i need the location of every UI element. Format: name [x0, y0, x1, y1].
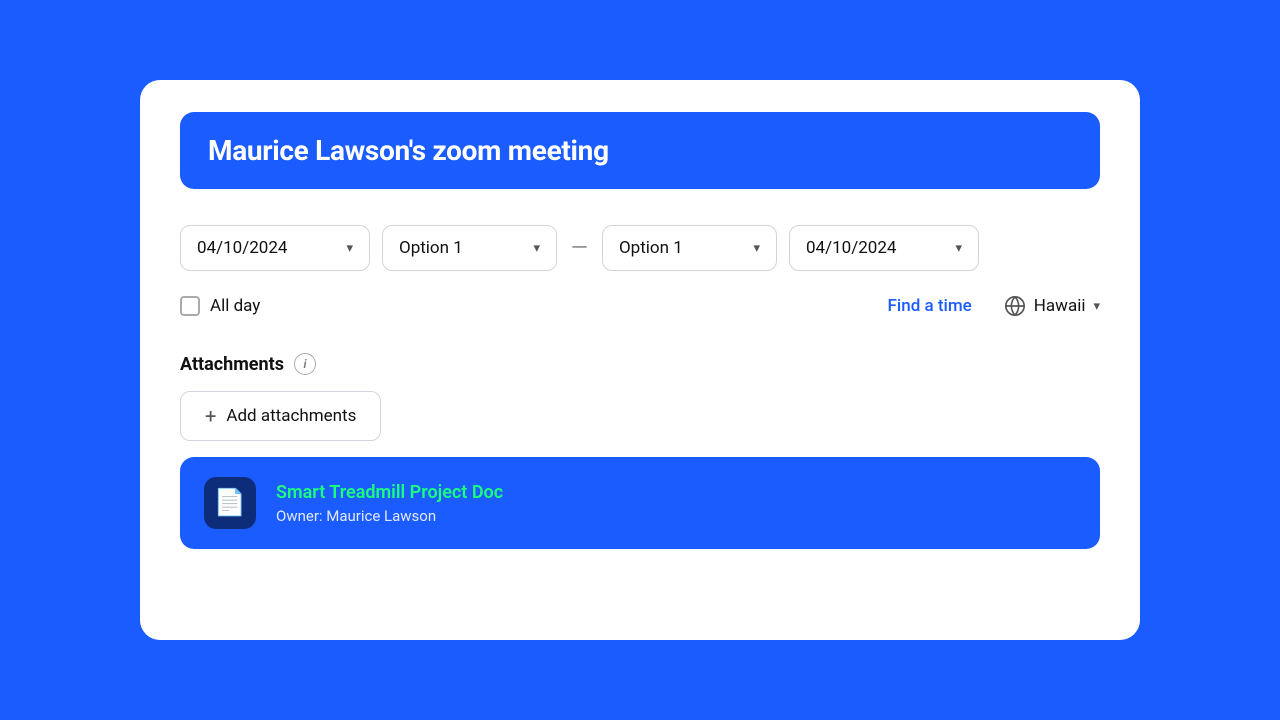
start-option-select[interactable]: Option 1 ▾ [382, 225, 557, 271]
end-date-chevron-icon: ▾ [955, 241, 962, 256]
date-row: 04/10/2024 ▾ Option 1 ▾ — Option 1 ▾ 04/… [180, 225, 1100, 271]
start-date-value: 04/10/2024 [197, 238, 287, 258]
meeting-title: Maurice Lawson's zoom meeting [208, 134, 1072, 167]
start-option-value: Option 1 [399, 238, 463, 258]
attachments-header: Attachments i [180, 353, 1100, 375]
end-option-value: Option 1 [619, 238, 683, 258]
find-time-link[interactable]: Find a time [888, 296, 972, 316]
timezone-select[interactable]: Hawaii ▾ [1004, 295, 1100, 317]
end-date-select[interactable]: 04/10/2024 ▾ [789, 225, 979, 271]
allday-label: All day [210, 296, 260, 316]
main-card: Maurice Lawson's zoom meeting 04/10/2024… [140, 80, 1140, 640]
attachment-owner: Owner: Maurice Lawson [276, 507, 503, 525]
end-date-value: 04/10/2024 [806, 238, 896, 258]
date-separator: — [569, 236, 590, 261]
timezone-chevron-icon: ▾ [1093, 299, 1100, 314]
attachments-title: Attachments [180, 354, 284, 375]
end-option-select[interactable]: Option 1 ▾ [602, 225, 777, 271]
attachment-title: Smart Treadmill Project Doc [276, 482, 503, 503]
options-row: All day Find a time Hawaii ▾ [180, 295, 1100, 317]
add-attachments-label: Add attachments [226, 406, 356, 426]
document-icon: 📄 [214, 488, 246, 518]
allday-checkbox-container[interactable]: All day [180, 296, 260, 316]
attachment-item[interactable]: 📄 Smart Treadmill Project Doc Owner: Mau… [180, 457, 1100, 549]
start-option-chevron-icon: ▾ [533, 241, 540, 256]
globe-icon [1004, 295, 1026, 317]
end-option-chevron-icon: ▾ [753, 241, 760, 256]
title-bar: Maurice Lawson's zoom meeting [180, 112, 1100, 189]
info-icon[interactable]: i [294, 353, 316, 375]
plus-icon: + [205, 406, 216, 426]
add-attachments-button[interactable]: + Add attachments [180, 391, 381, 441]
allday-checkbox[interactable] [180, 296, 200, 316]
attachment-info: Smart Treadmill Project Doc Owner: Mauri… [276, 482, 503, 525]
start-date-select[interactable]: 04/10/2024 ▾ [180, 225, 370, 271]
attachment-icon-box: 📄 [204, 477, 256, 529]
timezone-label: Hawaii [1034, 296, 1086, 316]
attachments-section: Attachments i + Add attachments 📄 Smart … [180, 353, 1100, 549]
start-date-chevron-icon: ▾ [346, 241, 353, 256]
